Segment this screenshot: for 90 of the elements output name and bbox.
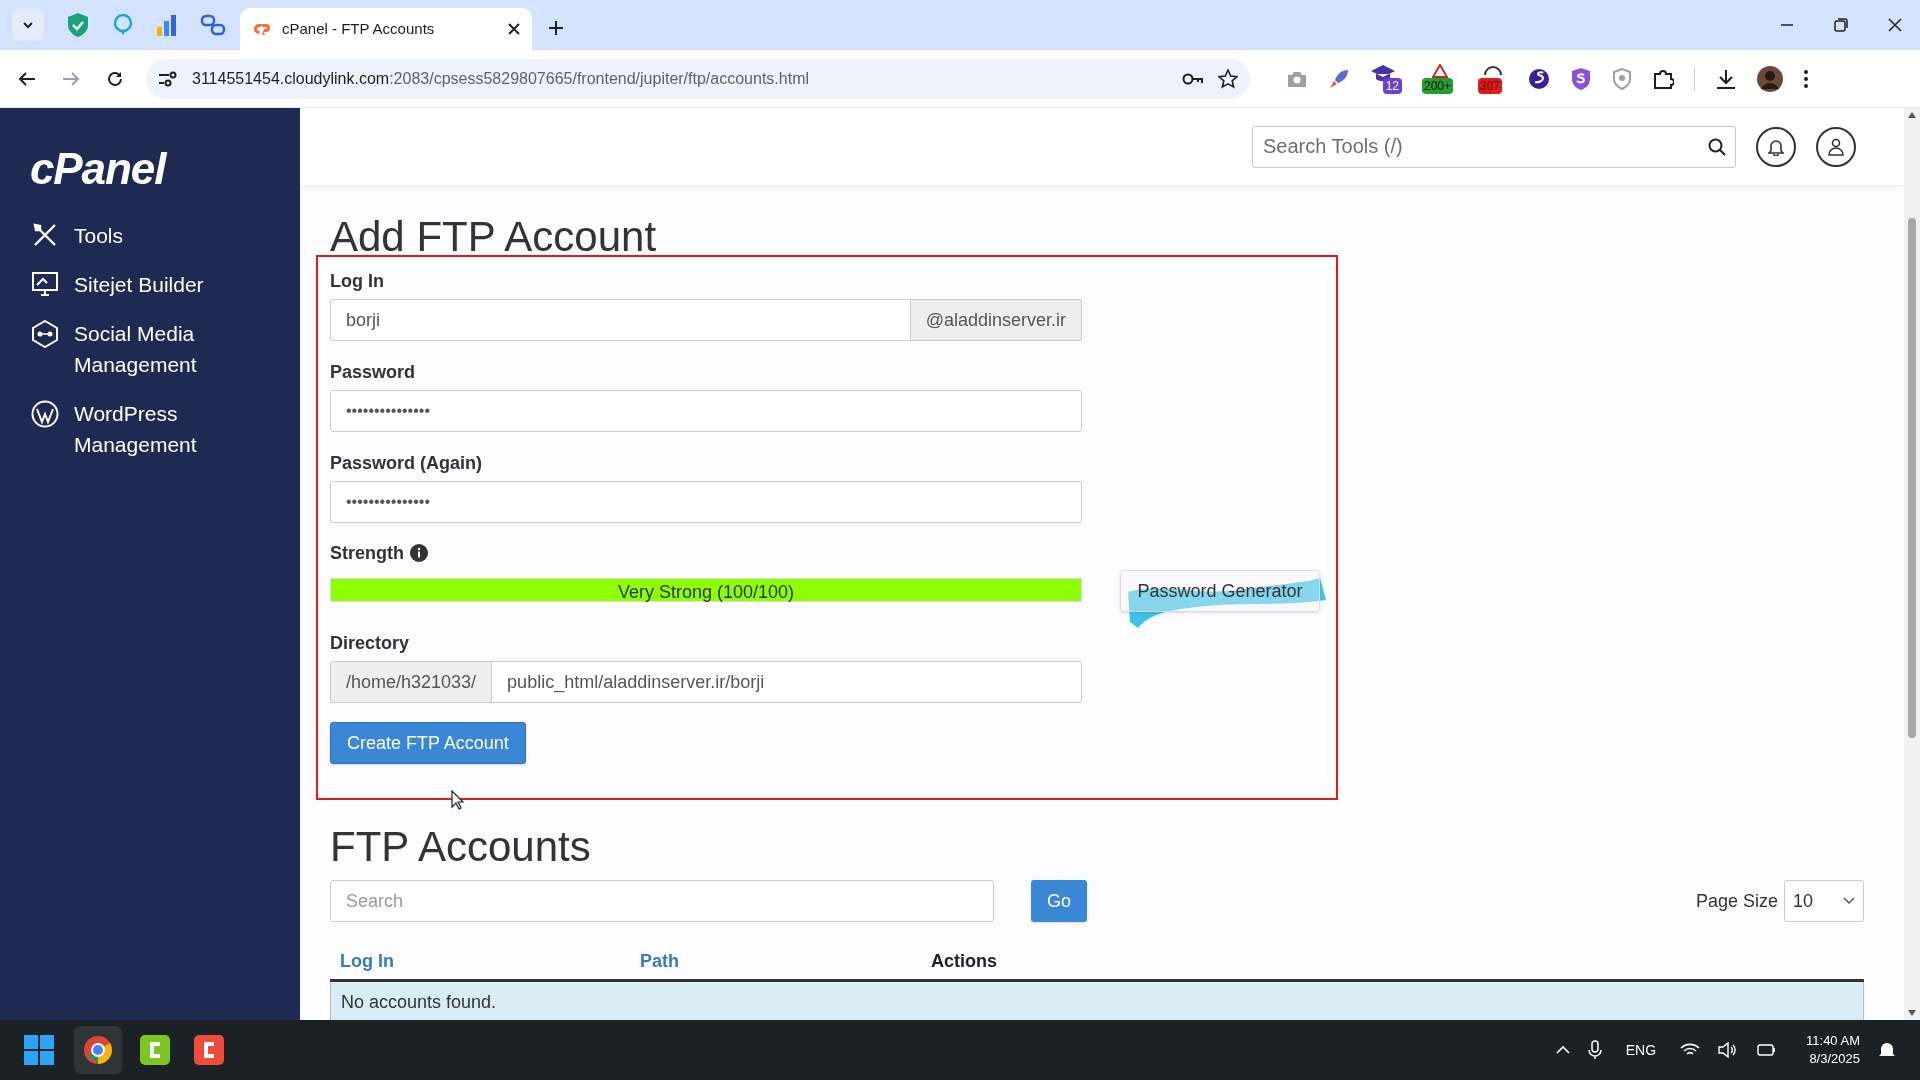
arc-icon[interactable] bbox=[1483, 63, 1503, 76]
menu-icon[interactable] bbox=[1803, 68, 1809, 89]
new-tab-icon[interactable] bbox=[548, 20, 564, 36]
column-header: Actions bbox=[930, 950, 998, 973]
bell-icon bbox=[1768, 137, 1784, 156]
wordpress-icon bbox=[31, 400, 59, 428]
strength-reading: Very Strong (100/100) bbox=[616, 581, 796, 604]
page-size-select[interactable]: 10 bbox=[1784, 880, 1864, 922]
monitor-icon bbox=[31, 271, 59, 297]
hexagon-network-icon bbox=[31, 320, 59, 348]
camera-icon[interactable] bbox=[1286, 69, 1308, 88]
star-icon[interactable] bbox=[1218, 68, 1238, 89]
bar-chart-icon[interactable] bbox=[156, 13, 178, 37]
column-header[interactable]: Log In bbox=[330, 948, 630, 975]
section-heading: FTP Accounts bbox=[330, 823, 592, 871]
field-label: Strength bbox=[330, 542, 404, 564]
windows-start-icon[interactable] bbox=[24, 1035, 54, 1065]
url-text: 3114551454.cloudylink.com:2083/cpsess5829807665/frontend/jupiter/ftp/accounts.html bbox=[192, 68, 810, 89]
search-icon[interactable] bbox=[1708, 137, 1726, 156]
user-menu-button[interactable] bbox=[1816, 126, 1856, 167]
sidebar-item[interactable]: Sitejet Builder bbox=[30, 269, 270, 300]
browser-icon bbox=[83, 1035, 113, 1065]
password-confirm-field[interactable]: ••••••••••••••• bbox=[330, 481, 1082, 523]
search-field[interactable]: Search bbox=[330, 880, 994, 922]
password-field[interactable]: ••••••••••••••• bbox=[330, 390, 1082, 432]
cpanel-favicon-icon bbox=[252, 22, 272, 36]
site-settings-icon[interactable] bbox=[158, 70, 178, 87]
scroll-down-icon[interactable] bbox=[1908, 1010, 1916, 1016]
warning-triangle-icon[interactable] bbox=[1432, 63, 1448, 78]
extension-badge: 12 bbox=[1382, 77, 1402, 94]
shield-letter-icon[interactable] bbox=[1570, 66, 1592, 91]
user-icon bbox=[1828, 137, 1844, 156]
clock-date[interactable]: 8/3/2025 bbox=[1809, 1050, 1860, 1068]
chevron-down-icon bbox=[1843, 897, 1855, 905]
page-size-label: Page Size bbox=[1695, 889, 1778, 913]
download-icon[interactable] bbox=[1715, 67, 1737, 90]
address-bar[interactable]: 3114551454.cloudylink.com:2083/cpsess5829807665/frontend/jupiter/ftp/accounts.html bbox=[146, 58, 1250, 99]
swirl-logo-icon[interactable] bbox=[1528, 67, 1550, 90]
bracket-app-icon[interactable] bbox=[140, 1035, 170, 1065]
search-tools-field[interactable]: Search Tools (/) bbox=[1252, 125, 1736, 168]
microphone-icon[interactable] bbox=[1587, 1040, 1602, 1060]
language-indicator[interactable]: ENG bbox=[1625, 1039, 1657, 1061]
close-icon[interactable] bbox=[508, 23, 520, 35]
bracket-app-icon[interactable] bbox=[194, 1035, 224, 1065]
field-label: Directory bbox=[330, 632, 411, 654]
extension-badge: 307 bbox=[1478, 77, 1503, 94]
scroll-up-icon[interactable] bbox=[1908, 112, 1916, 118]
chrome-taskbar-button[interactable] bbox=[74, 1026, 122, 1074]
puzzle-icon[interactable] bbox=[1652, 67, 1674, 90]
field-label: Log In bbox=[330, 270, 385, 292]
notifications-button[interactable] bbox=[1756, 126, 1796, 167]
tools-icon bbox=[32, 222, 58, 248]
mouse-cursor-icon bbox=[451, 790, 465, 810]
sidebar-item[interactable]: Social Media Management bbox=[30, 318, 270, 380]
directory-field[interactable]: public_html/aladdinserver.ir/borji bbox=[492, 661, 1082, 703]
reload-icon[interactable] bbox=[106, 69, 124, 88]
battery-icon[interactable] bbox=[1756, 1043, 1777, 1057]
sidebar-item[interactable]: WordPress Management bbox=[30, 398, 270, 460]
key-icon[interactable] bbox=[1182, 71, 1204, 86]
shield-check-icon[interactable] bbox=[66, 12, 90, 38]
home-path-prefix: /home/h321033/ bbox=[330, 661, 493, 703]
column-header[interactable]: Path bbox=[630, 948, 921, 975]
create-ftp-account-button[interactable]: Create FTP Account bbox=[330, 722, 526, 764]
page-heading: Add FTP Account bbox=[330, 213, 658, 261]
profile-avatar-icon[interactable] bbox=[1757, 65, 1783, 92]
rocket-icon[interactable] bbox=[1328, 67, 1350, 90]
cpanel-logo[interactable]: cPanel bbox=[30, 144, 270, 194]
domain-suffix: @aladdinserver.ir bbox=[910, 299, 1082, 341]
restore-icon[interactable] bbox=[1834, 18, 1848, 32]
field-label: Password bbox=[330, 361, 417, 383]
chevron-up-icon[interactable] bbox=[1555, 1045, 1570, 1055]
speaker-icon[interactable] bbox=[1718, 1042, 1739, 1058]
notification-bell-icon[interactable] bbox=[1878, 1041, 1896, 1059]
extension-badge: 200+ bbox=[1422, 77, 1454, 94]
shield-icon[interactable] bbox=[1612, 67, 1632, 90]
go-button[interactable]: Go bbox=[1031, 880, 1087, 922]
sidebar-item[interactable]: Tools bbox=[30, 220, 270, 251]
scrollbar[interactable] bbox=[1904, 108, 1920, 1020]
browser-tab[interactable]: cPanel - FTP Accounts bbox=[240, 8, 532, 50]
forward-arrow-icon[interactable] bbox=[62, 70, 80, 87]
clock-time[interactable]: 11:40 AM bbox=[1806, 1032, 1860, 1050]
back-arrow-icon[interactable] bbox=[18, 70, 36, 87]
tab-title: cPanel - FTP Accounts bbox=[282, 18, 436, 39]
empty-message: No accounts found. bbox=[341, 990, 497, 1014]
close-icon[interactable] bbox=[1888, 18, 1902, 32]
info-icon[interactable] bbox=[410, 544, 428, 562]
login-field[interactable]: borji bbox=[330, 299, 911, 341]
tab-list-button[interactable] bbox=[12, 9, 44, 41]
field-label: Password (Again) bbox=[330, 452, 484, 474]
link-chain-icon[interactable] bbox=[200, 13, 226, 37]
